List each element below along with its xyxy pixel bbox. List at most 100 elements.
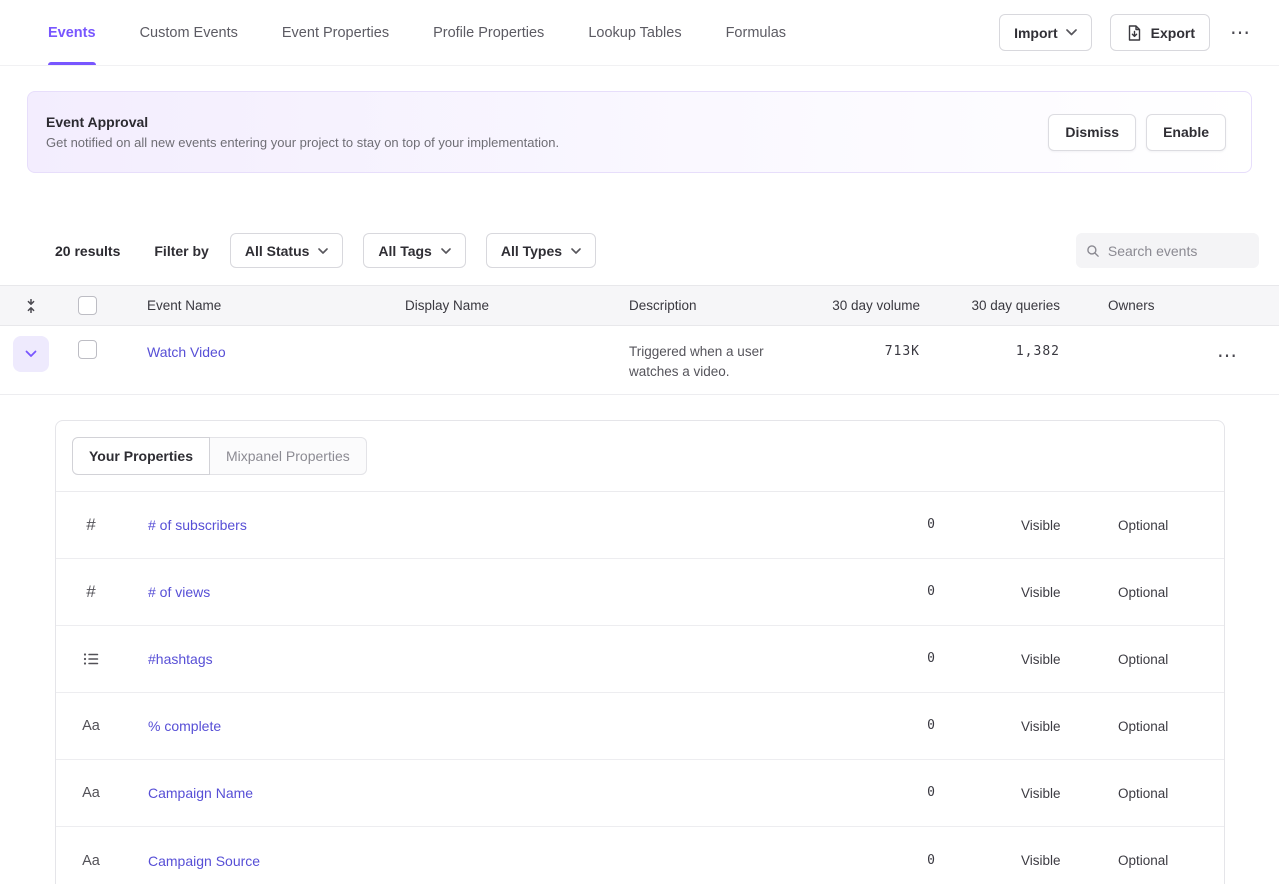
chevron-down-icon — [1066, 29, 1077, 36]
tab-lookup-tables-label: Lookup Tables — [588, 25, 681, 41]
row-more-menu-button[interactable]: ⋯ — [1215, 342, 1239, 370]
header-30-day-queries: 30 day queries — [920, 298, 1060, 313]
chevron-down-icon — [441, 248, 451, 254]
property-queries: 0 — [826, 582, 936, 602]
tab-custom-events[interactable]: Custom Events — [140, 0, 238, 65]
event-approval-banner: Event Approval Get notified on all new e… — [27, 91, 1252, 173]
import-button-label: Import — [1014, 25, 1058, 41]
all-tags-dropdown[interactable]: All Tags — [363, 233, 465, 268]
header-event-name: Event Name — [112, 298, 405, 313]
export-button[interactable]: Export — [1110, 14, 1210, 51]
results-count: 20 results — [55, 243, 120, 259]
property-visibility: Visible — [1021, 786, 1118, 801]
all-types-label: All Types — [501, 243, 562, 259]
tab-custom-events-label: Custom Events — [140, 25, 238, 41]
tab-your-properties[interactable]: Your Properties — [72, 437, 210, 475]
tab-profile-properties[interactable]: Profile Properties — [433, 0, 544, 65]
collapse-all-icon[interactable] — [25, 299, 37, 313]
nav-actions: Import Export ⋯ — [999, 0, 1252, 65]
table-row: Watch Video Triggered when a user watche… — [0, 326, 1279, 395]
properties-tabs: Your Properties Mixpanel Properties — [56, 421, 1224, 492]
all-status-dropdown[interactable]: All Status — [230, 233, 344, 268]
number-type-icon: # — [86, 582, 95, 602]
event-name-link[interactable]: Watch Video — [147, 344, 226, 360]
banner-description: Get notified on all new events entering … — [46, 135, 559, 150]
all-types-dropdown[interactable]: All Types — [486, 233, 596, 268]
search-icon — [1086, 243, 1100, 259]
all-tags-label: All Tags — [378, 243, 431, 259]
search-box — [1076, 233, 1259, 268]
property-requirement: Optional — [1118, 786, 1224, 801]
banner-title: Event Approval — [46, 114, 559, 130]
number-type-icon: # — [86, 515, 95, 535]
property-name-link[interactable]: #hashtags — [126, 651, 826, 667]
property-row: #hashtags 0 Visible Optional — [56, 626, 1224, 693]
property-name-link[interactable]: # of views — [126, 584, 826, 600]
property-name-link[interactable]: # of subscribers — [126, 517, 826, 533]
filter-bar: 20 results Filter by All Status All Tags… — [55, 233, 1259, 268]
tab-events-label: Events — [48, 25, 96, 41]
event-properties-panel: Your Properties Mixpanel Properties # # … — [55, 420, 1225, 884]
property-requirement: Optional — [1118, 853, 1224, 868]
tab-mixpanel-properties[interactable]: Mixpanel Properties — [210, 437, 367, 475]
search-input[interactable] — [1108, 243, 1249, 259]
property-queries: 0 — [826, 649, 936, 669]
events-table-header: Event Name Display Name Description 30 d… — [0, 285, 1279, 326]
enable-button[interactable]: Enable — [1146, 114, 1226, 151]
more-menu-button[interactable]: ⋯ — [1228, 19, 1252, 47]
property-name-link[interactable]: Campaign Source — [126, 853, 826, 869]
property-visibility: Visible — [1021, 585, 1118, 600]
row-checkbox[interactable] — [78, 340, 97, 359]
chevron-down-icon — [25, 350, 37, 358]
property-queries: 0 — [826, 851, 936, 871]
list-type-icon — [83, 651, 99, 667]
header-display-name: Display Name — [405, 298, 629, 313]
tab-event-properties[interactable]: Event Properties — [282, 0, 389, 65]
nav-tabs: Events Custom Events Event Properties Pr… — [48, 0, 786, 65]
property-visibility: Visible — [1021, 652, 1118, 667]
filter-by-label: Filter by — [154, 243, 208, 259]
property-name-link[interactable]: % complete — [126, 718, 826, 734]
event-description: Triggered when a user watches a video. — [629, 342, 804, 382]
header-30-day-volume: 30 day volume — [804, 298, 920, 313]
property-requirement: Optional — [1118, 518, 1224, 533]
import-button[interactable]: Import — [999, 14, 1092, 51]
text-type-icon: Aa — [82, 853, 100, 869]
tab-lookup-tables[interactable]: Lookup Tables — [588, 0, 681, 65]
event-volume: 713K — [804, 342, 920, 362]
tab-formulas[interactable]: Formulas — [726, 0, 786, 65]
banner-actions: Dismiss Enable — [1048, 114, 1226, 151]
property-row: Aa Campaign Source 0 Visible Optional — [56, 827, 1224, 884]
event-queries: 1,382 — [920, 342, 1060, 362]
property-name-link[interactable]: Campaign Name — [126, 785, 826, 801]
collapse-all-cell — [0, 299, 62, 313]
property-row: Aa % complete 0 Visible Optional — [56, 693, 1224, 760]
select-all-cell — [62, 296, 112, 315]
property-requirement: Optional — [1118, 652, 1224, 667]
header-description: Description — [629, 298, 804, 313]
top-navigation: Events Custom Events Event Properties Pr… — [0, 0, 1279, 66]
all-status-label: All Status — [245, 243, 310, 259]
tab-formulas-label: Formulas — [726, 25, 786, 41]
select-all-checkbox[interactable] — [78, 296, 97, 315]
chevron-down-icon — [318, 248, 328, 254]
export-button-label: Export — [1151, 25, 1195, 41]
property-row: # # of subscribers 0 Visible Optional — [56, 492, 1224, 559]
row-select-cell — [62, 342, 112, 359]
property-queries: 0 — [826, 783, 936, 803]
property-queries: 0 — [826, 515, 936, 535]
property-requirement: Optional — [1118, 719, 1224, 734]
chevron-down-icon — [571, 248, 581, 254]
property-row: # # of views 0 Visible Optional — [56, 559, 1224, 626]
text-type-icon: Aa — [82, 718, 100, 734]
property-visibility: Visible — [1021, 719, 1118, 734]
banner-text: Event Approval Get notified on all new e… — [46, 114, 559, 150]
tab-profile-properties-label: Profile Properties — [433, 25, 544, 41]
collapse-row-button[interactable] — [13, 336, 49, 372]
tab-event-properties-label: Event Properties — [282, 25, 389, 41]
tab-events[interactable]: Events — [48, 0, 96, 65]
property-queries: 0 — [826, 716, 936, 736]
dismiss-button[interactable]: Dismiss — [1048, 114, 1136, 151]
header-owners: Owners — [1060, 298, 1180, 313]
property-visibility: Visible — [1021, 518, 1118, 533]
